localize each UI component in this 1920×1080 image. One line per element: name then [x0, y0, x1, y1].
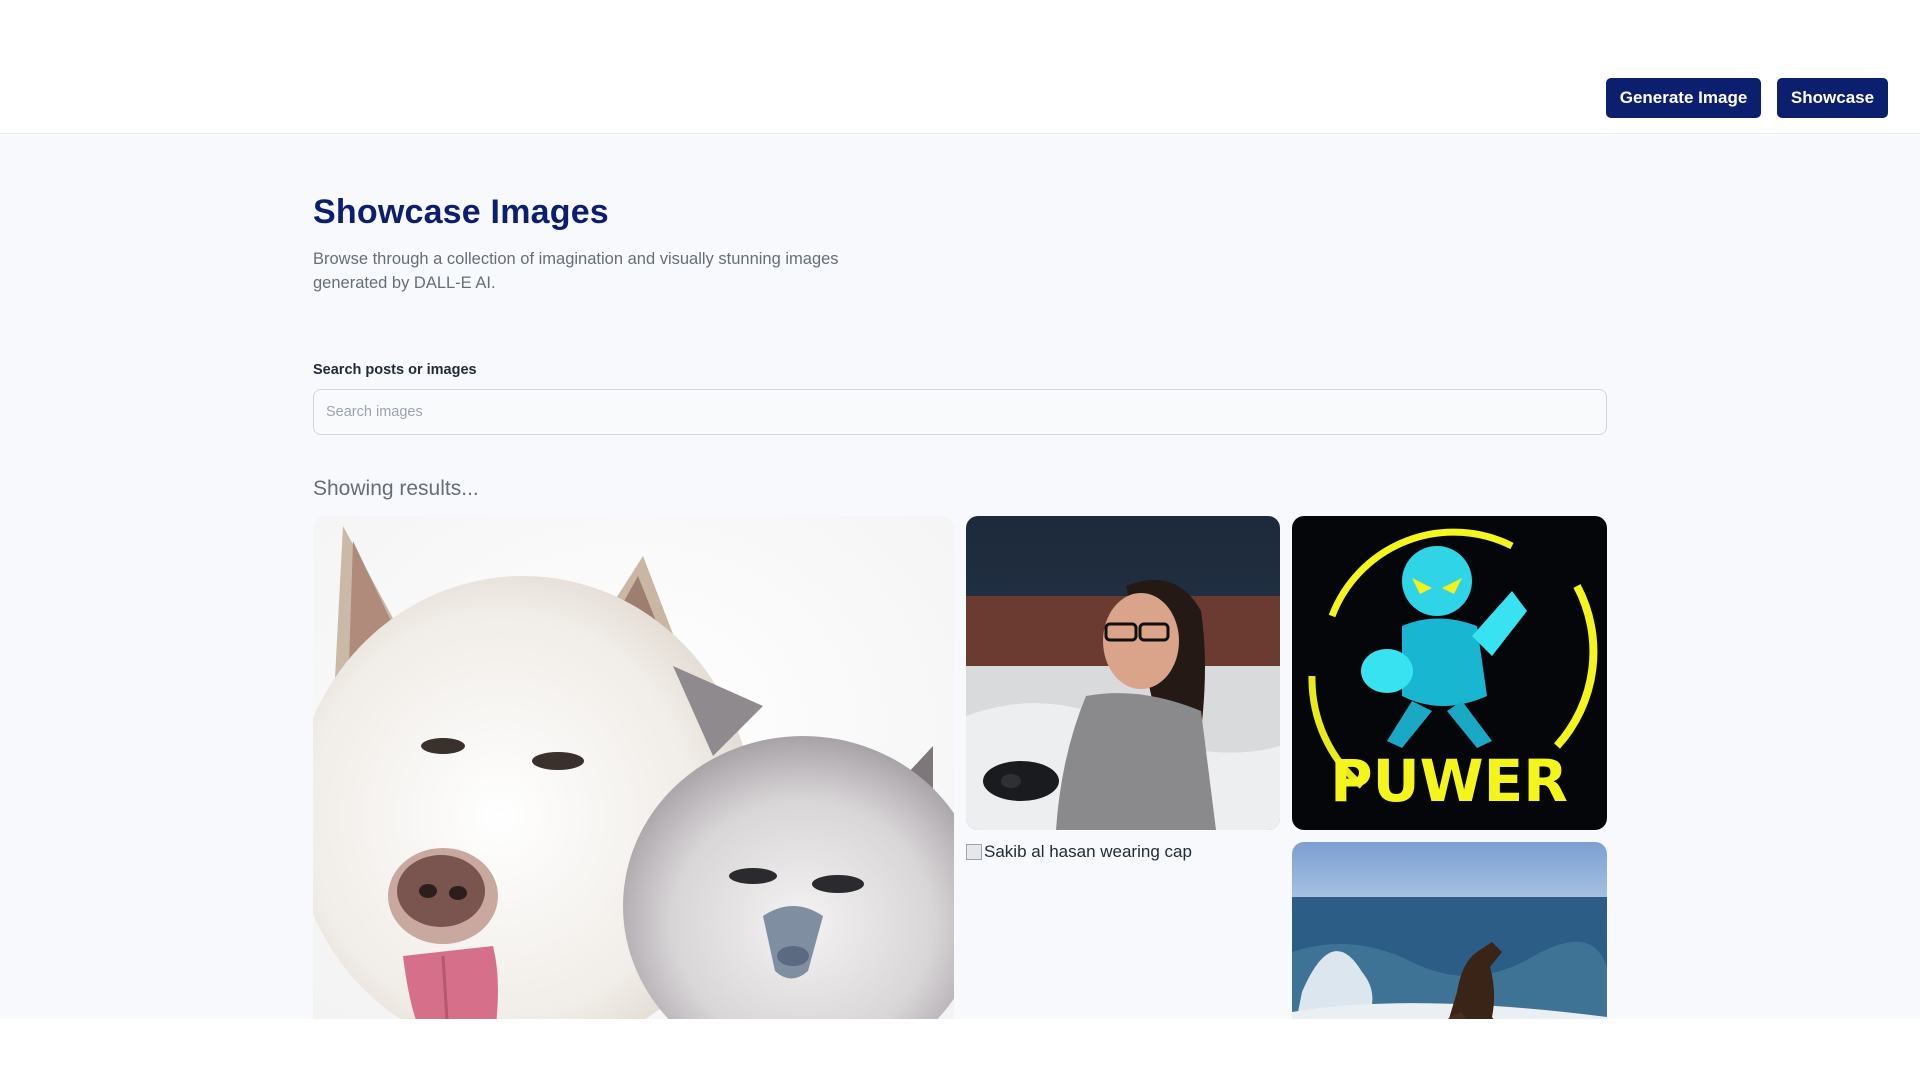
search-input[interactable] — [313, 389, 1607, 435]
broken-image-icon — [966, 844, 982, 860]
dog-cat-image — [313, 516, 954, 1019]
top-header: Generate Image Showcase — [0, 0, 1920, 134]
footer-area — [0, 1019, 1920, 1080]
gamer-image — [966, 516, 1280, 830]
power-logo-text: PUWER — [1330, 747, 1568, 815]
generate-image-button[interactable]: Generate Image — [1606, 78, 1761, 118]
image-card-sakib[interactable]: Sakib al hasan wearing cap — [966, 842, 1280, 1019]
power-image: PUWER — [1292, 516, 1607, 830]
results-heading: Showing results... — [313, 477, 479, 500]
broken-image: Sakib al hasan wearing cap — [966, 842, 1280, 862]
image-card-power[interactable]: PUWER — [1292, 516, 1607, 830]
search-label: Search posts or images — [313, 362, 477, 378]
showcase-button[interactable]: Showcase — [1777, 78, 1888, 118]
image-card-horse[interactable] — [1292, 842, 1607, 1019]
image-card-gamer[interactable] — [966, 516, 1280, 830]
page-description: Browse through a collection of imaginati… — [313, 250, 839, 292]
horse-image — [1292, 842, 1607, 1019]
image-card-dog-cat[interactable] — [313, 516, 954, 1019]
broken-image-alt-text: Sakib al hasan wearing cap — [984, 842, 1192, 861]
main-content: Showcase Images Browse through a collect… — [0, 135, 1920, 1019]
page-title: Showcase Images — [313, 193, 609, 231]
